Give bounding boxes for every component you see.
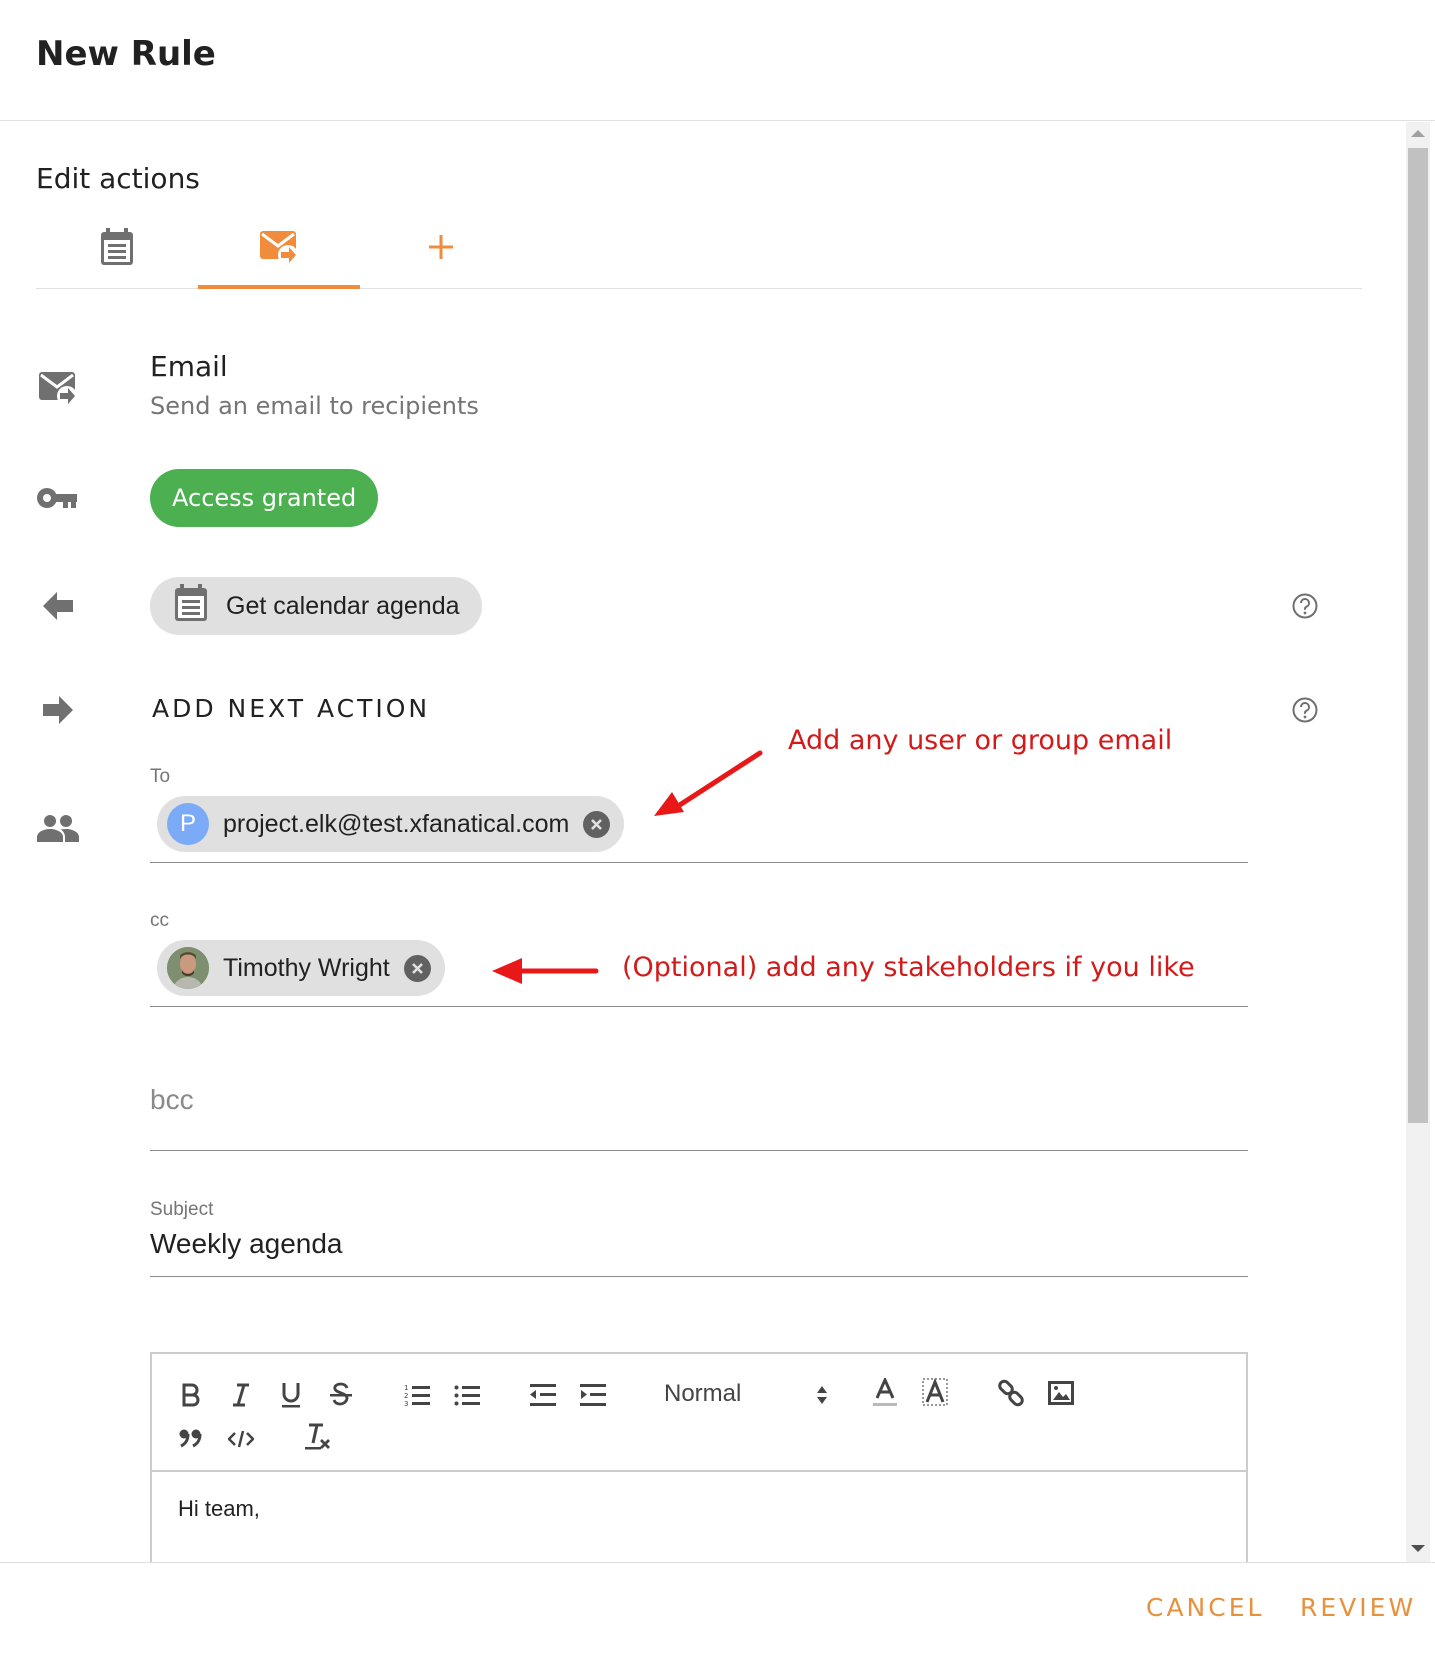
strike-button[interactable] — [326, 1380, 356, 1410]
annotation-arrow-icon — [654, 750, 763, 816]
indent-button[interactable] — [578, 1380, 608, 1410]
annotation-cc-hint: (Optional) add any stakeholders if you l… — [622, 952, 1195, 983]
avatar — [167, 947, 209, 989]
dialog-title: New Rule — [36, 34, 216, 74]
scroll-down-icon[interactable] — [1411, 1545, 1425, 1552]
cancel-button[interactable]: CANCEL — [1146, 1593, 1264, 1622]
input-action-label: Get calendar agenda — [226, 591, 460, 620]
access-granted-label: Access granted — [172, 484, 357, 512]
scrollbar-thumb[interactable] — [1408, 148, 1428, 1123]
annotation-to-hint: Add any user or group email — [788, 725, 1173, 756]
access-granted-badge[interactable]: Access granted — [150, 469, 379, 527]
bcc-field[interactable] — [150, 1080, 1248, 1151]
bold-button[interactable] — [176, 1380, 206, 1410]
subject-field[interactable] — [150, 1226, 1248, 1277]
subject-label: Subject — [150, 1199, 214, 1220]
scrollbar[interactable] — [1406, 122, 1430, 1562]
dialog-footer: CANCEL REVIEW — [0, 1562, 1435, 1654]
format-select[interactable]: Normal — [664, 1376, 834, 1412]
review-button[interactable]: REVIEW — [1300, 1593, 1416, 1622]
action-subtitle: Send an email to recipients — [150, 392, 479, 420]
tab-calendar[interactable] — [36, 210, 198, 288]
link-button[interactable] — [996, 1378, 1026, 1408]
rich-text-editor: 123 Normal Hi team, — [150, 1352, 1248, 1592]
bullet-list-button[interactable] — [452, 1380, 482, 1410]
outdent-button[interactable] — [528, 1380, 558, 1410]
arrow-forward-icon — [36, 688, 80, 732]
remove-chip-icon[interactable] — [403, 954, 431, 982]
next-action-label: ADD NEXT ACTION — [152, 694, 431, 723]
calendar-icon — [174, 583, 208, 629]
svg-text:3: 3 — [404, 1400, 408, 1407]
tab-email[interactable] — [198, 210, 360, 289]
cc-recipient-chip[interactable]: Timothy Wright — [157, 940, 445, 996]
avatar: P — [167, 803, 209, 845]
input-action-chip[interactable]: Get calendar agenda — [150, 577, 482, 635]
remove-chip-icon[interactable] — [583, 810, 611, 838]
chevron-up-down-icon — [816, 1384, 828, 1412]
clear-format-button[interactable] — [302, 1422, 332, 1452]
people-icon — [36, 806, 80, 850]
key-icon — [36, 476, 80, 520]
recipient-email: project.elk@test.xfanatical.com — [223, 809, 570, 838]
cc-label: cc — [150, 910, 169, 931]
plus-icon — [427, 233, 455, 266]
email-forward-icon — [260, 229, 298, 270]
to-label: To — [150, 766, 171, 787]
calendar-icon — [100, 227, 134, 271]
to-recipient-chip[interactable]: P project.elk@test.xfanatical.com — [157, 796, 625, 852]
editor-body[interactable]: Hi team, — [178, 1496, 260, 1522]
email-forward-icon — [36, 366, 80, 410]
avatar-letter: P — [179, 810, 196, 837]
background-color-button[interactable] — [920, 1378, 950, 1408]
section-title: Edit actions — [36, 162, 200, 195]
dialog-header: New Rule — [0, 0, 1435, 121]
svg-text:2: 2 — [404, 1392, 408, 1400]
code-block-button[interactable] — [226, 1424, 256, 1454]
help-icon[interactable] — [1292, 697, 1318, 723]
action-title: Email — [150, 350, 228, 383]
tab-add-action[interactable] — [360, 210, 522, 288]
scroll-up-icon[interactable] — [1411, 130, 1425, 137]
arrow-back-icon — [36, 584, 80, 628]
text-color-button[interactable] — [870, 1378, 900, 1408]
svg-text:1: 1 — [404, 1384, 408, 1392]
image-button[interactable] — [1046, 1378, 1076, 1408]
format-select-value: Normal — [664, 1380, 742, 1407]
recipient-name: Timothy Wright — [223, 953, 390, 982]
blockquote-button[interactable] — [176, 1424, 206, 1454]
italic-button[interactable] — [226, 1380, 256, 1410]
help-icon[interactable] — [1292, 593, 1318, 619]
ordered-list-button[interactable]: 123 — [402, 1380, 432, 1410]
annotation-arrow-icon — [492, 958, 599, 984]
underline-button[interactable] — [276, 1380, 306, 1410]
editor-toolbar: 123 Normal — [152, 1354, 1246, 1472]
action-tabs — [36, 210, 1362, 289]
